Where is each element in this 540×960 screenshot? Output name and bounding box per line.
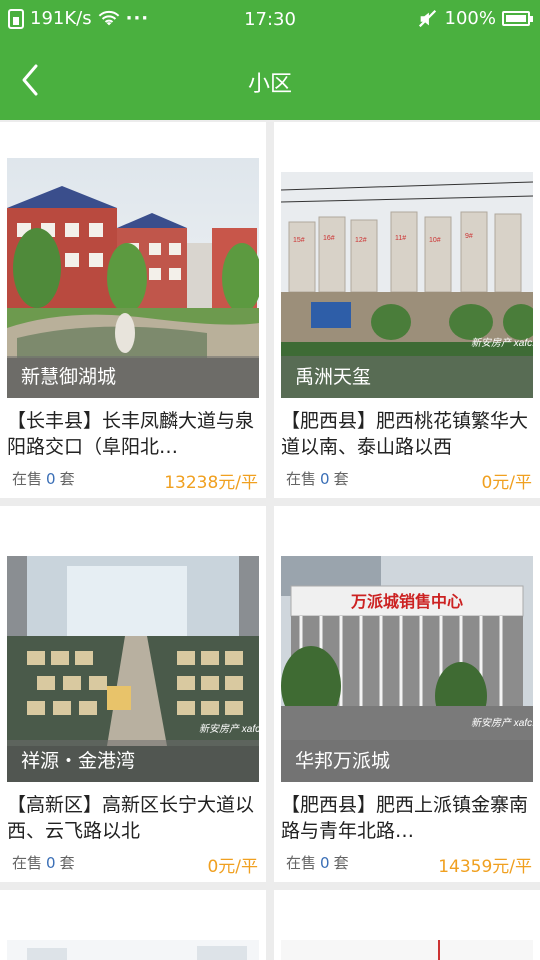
page-title: 小区 xyxy=(247,72,292,97)
listing-price: 0元/平 xyxy=(207,857,258,877)
listing-address: 【肥西县】肥西上派镇金寨南路与青年北路… xyxy=(281,794,529,842)
sale-status: 在售 0 套 xyxy=(286,468,349,489)
listing-photo: 新慧御湖城 xyxy=(7,158,259,398)
listing-price: 14359元/平 xyxy=(438,857,532,877)
listing-card[interactable] xyxy=(274,890,540,960)
svg-text:12#: 12# xyxy=(355,237,367,244)
sale-label: 在售 xyxy=(12,854,43,872)
svg-text:11#: 11# xyxy=(395,235,406,242)
sale-status: 在售 0 套 xyxy=(12,852,75,873)
listing-image xyxy=(7,940,259,960)
status-bar: 191K/s ··· 17:30 100% xyxy=(0,0,540,40)
sale-count: 0 xyxy=(320,470,330,488)
sign-text: 万派城销售中心 xyxy=(350,592,463,611)
sale-unit: 套 xyxy=(333,854,349,872)
listing-card[interactable]: 15# 16# 12# 11# 10# 9# 新安房产 xafc.com 禹洲天玺 【肥… xyxy=(274,122,540,498)
sale-count: 0 xyxy=(320,854,330,872)
mute-icon xyxy=(418,9,436,27)
listing-name: 禹洲天玺 xyxy=(281,356,533,398)
listing-photo: 15# 16# 12# 11# 10# 9# 新安房产 xafc.com 禹洲天玺 xyxy=(281,172,533,398)
watermark: 新安房产 xafc.com xyxy=(471,717,533,729)
listing-image xyxy=(281,940,533,960)
sale-unit: 套 xyxy=(333,470,349,488)
listing-card[interactable] xyxy=(0,890,266,960)
sale-count: 0 xyxy=(46,854,56,872)
listing-card[interactable]: 万派城销售中心 新安房产 xafc.com 华邦万派城 【肥西县】肥西上派镇金寨… xyxy=(274,506,540,882)
sale-label: 在售 xyxy=(12,470,43,488)
watermark: 新安房产 xafc.com xyxy=(471,337,533,349)
listing-card[interactable]: 新慧御湖城 【长丰县】长丰凤麟大道与泉阳路交口（阜阳北… 在售 0 套 13238元… xyxy=(0,122,266,498)
svg-text:16#: 16# xyxy=(323,235,335,242)
svg-text:10#: 10# xyxy=(429,237,441,244)
sale-count: 0 xyxy=(46,470,56,488)
sale-label: 在售 xyxy=(286,470,317,488)
sale-unit: 套 xyxy=(59,854,75,872)
listing-price: 0元/平 xyxy=(481,473,532,493)
svg-text:15#: 15# xyxy=(293,237,305,244)
watermark: 新安房产 xafc.com xyxy=(199,723,259,735)
battery-icon xyxy=(502,11,533,26)
listing-card[interactable]: 新安房产 xafc.com 祥源・金港湾 【高新区】高新区长宁大道以西、云飞路以… xyxy=(0,506,266,882)
listing-name: 祥源・金港湾 xyxy=(7,740,259,782)
svg-text:9#: 9# xyxy=(465,233,473,240)
listing-address: 【高新区】高新区长宁大道以西、云飞路以北 xyxy=(7,794,255,842)
listing-price: 13238元/平 xyxy=(164,473,258,493)
listing-name: 新慧御湖城 xyxy=(7,356,259,398)
sale-label: 在售 xyxy=(286,854,317,872)
nav-bar: 小区 xyxy=(0,40,540,120)
battery-percent: 100% xyxy=(444,8,496,29)
sale-unit: 套 xyxy=(59,470,75,488)
listing-name: 华邦万派城 xyxy=(281,740,533,782)
sale-status: 在售 0 套 xyxy=(286,852,349,873)
listing-photo: 万派城销售中心 新安房产 xafc.com 华邦万派城 xyxy=(281,556,533,782)
sale-status: 在售 0 套 xyxy=(12,468,75,489)
listing-address: 【长丰县】长丰凤麟大道与泉阳路交口（阜阳北… xyxy=(7,410,255,458)
listing-photo: 新安房产 xafc.com 祥源・金港湾 xyxy=(7,556,259,782)
listing-address: 【肥西县】肥西桃花镇繁华大道以南、泰山路以西 xyxy=(281,410,529,458)
